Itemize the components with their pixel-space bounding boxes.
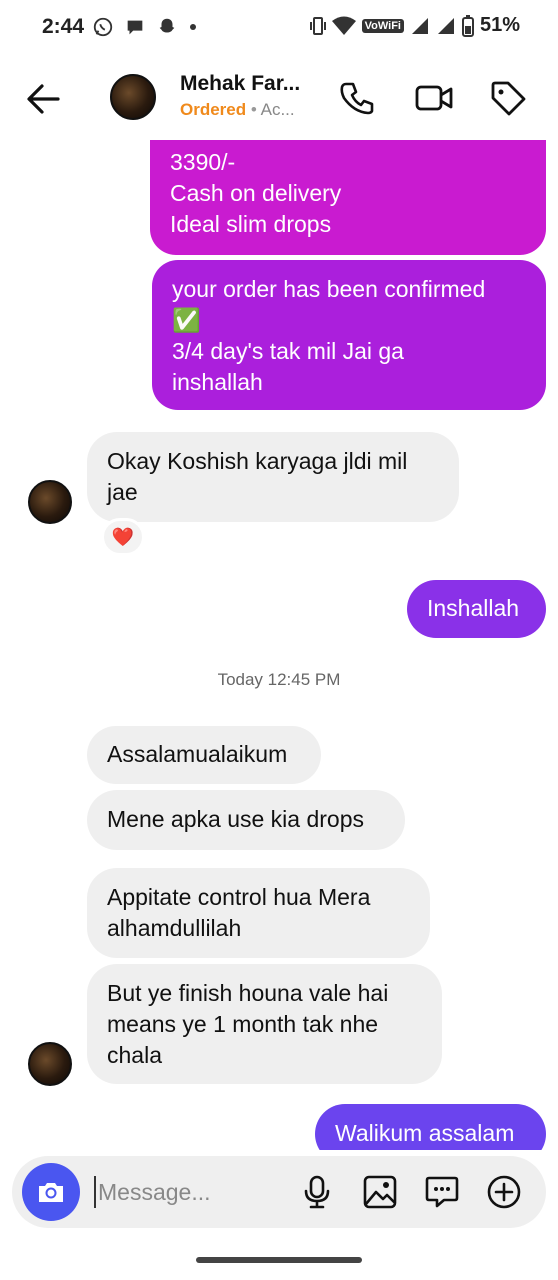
- chat-header: Mehak Far... Ordered • Ac...: [0, 56, 558, 140]
- battery-icon: [461, 14, 474, 37]
- incoming-message[interactable]: Assalamualaikum: [87, 726, 321, 784]
- plus-circle-icon[interactable]: [486, 1174, 522, 1210]
- whatsapp-icon: [93, 17, 113, 37]
- contact-subtitle[interactable]: Ordered • Ac...: [180, 100, 295, 120]
- message-bubble-icon: [127, 20, 143, 35]
- status-time: 2:44: [42, 15, 85, 38]
- image-icon[interactable]: [362, 1174, 398, 1210]
- sender-avatar[interactable]: [28, 1042, 72, 1086]
- order-status: Ordered: [180, 100, 247, 119]
- tag-icon[interactable]: [488, 78, 528, 118]
- camera-icon: [39, 1183, 63, 1202]
- incoming-message[interactable]: Okay Koshish karyaga jldi mil jae: [87, 432, 459, 522]
- vowifi-label: VoWiFi: [361, 18, 404, 33]
- wifi-icon: [331, 16, 356, 35]
- message-composer: [12, 1156, 546, 1228]
- incoming-message[interactable]: Appitate control hua Mera alhamdullilah: [87, 868, 430, 958]
- contact-name[interactable]: Mehak Far...: [180, 72, 300, 96]
- vibrate-icon: [309, 16, 326, 35]
- chat-bubble-icon[interactable]: [424, 1174, 460, 1210]
- signal-icon-2: [437, 17, 454, 34]
- dot-icon: [190, 24, 196, 30]
- signal-icon: [411, 17, 428, 34]
- outgoing-message[interactable]: your order has been confirmed ✅ 3/4 day'…: [152, 260, 546, 410]
- camera-button[interactable]: [22, 1163, 80, 1221]
- video-camera-icon[interactable]: [414, 78, 454, 118]
- notification-icons: [92, 16, 198, 38]
- message-timestamp: Today 12:45 PM: [217, 670, 341, 689]
- snapchat-icon: [159, 18, 175, 33]
- heart-icon: ❤️: [111, 526, 135, 547]
- outgoing-message[interactable]: 3390/- Cash on delivery Ideal slim drops: [150, 140, 546, 255]
- message-input[interactable]: [94, 1176, 278, 1208]
- system-icons: VoWiFi 51%: [309, 14, 520, 37]
- incoming-message[interactable]: But ye finish houna vale hai means ye 1 …: [87, 964, 442, 1084]
- battery-percent: 51%: [479, 14, 520, 36]
- chat-thread[interactable]: 3390/- Cash on delivery Ideal slim drops…: [0, 140, 558, 1150]
- phone-icon[interactable]: [338, 78, 378, 118]
- home-indicator[interactable]: [196, 1257, 362, 1263]
- outgoing-message[interactable]: Inshallah: [407, 580, 546, 638]
- activity-status: Ac...: [260, 100, 295, 119]
- status-bar: 2:44 VoWiFi 51%: [0, 0, 558, 56]
- separator-dot: •: [250, 100, 257, 119]
- heart-reaction[interactable]: ❤️: [101, 518, 145, 556]
- outgoing-message[interactable]: Walikum assalam: [315, 1104, 546, 1150]
- incoming-message[interactable]: Mene apka use kia drops: [87, 790, 405, 850]
- contact-avatar[interactable]: [110, 74, 156, 120]
- sender-avatar[interactable]: [28, 480, 72, 524]
- microphone-icon[interactable]: [299, 1174, 335, 1210]
- back-arrow-icon[interactable]: [22, 78, 64, 120]
